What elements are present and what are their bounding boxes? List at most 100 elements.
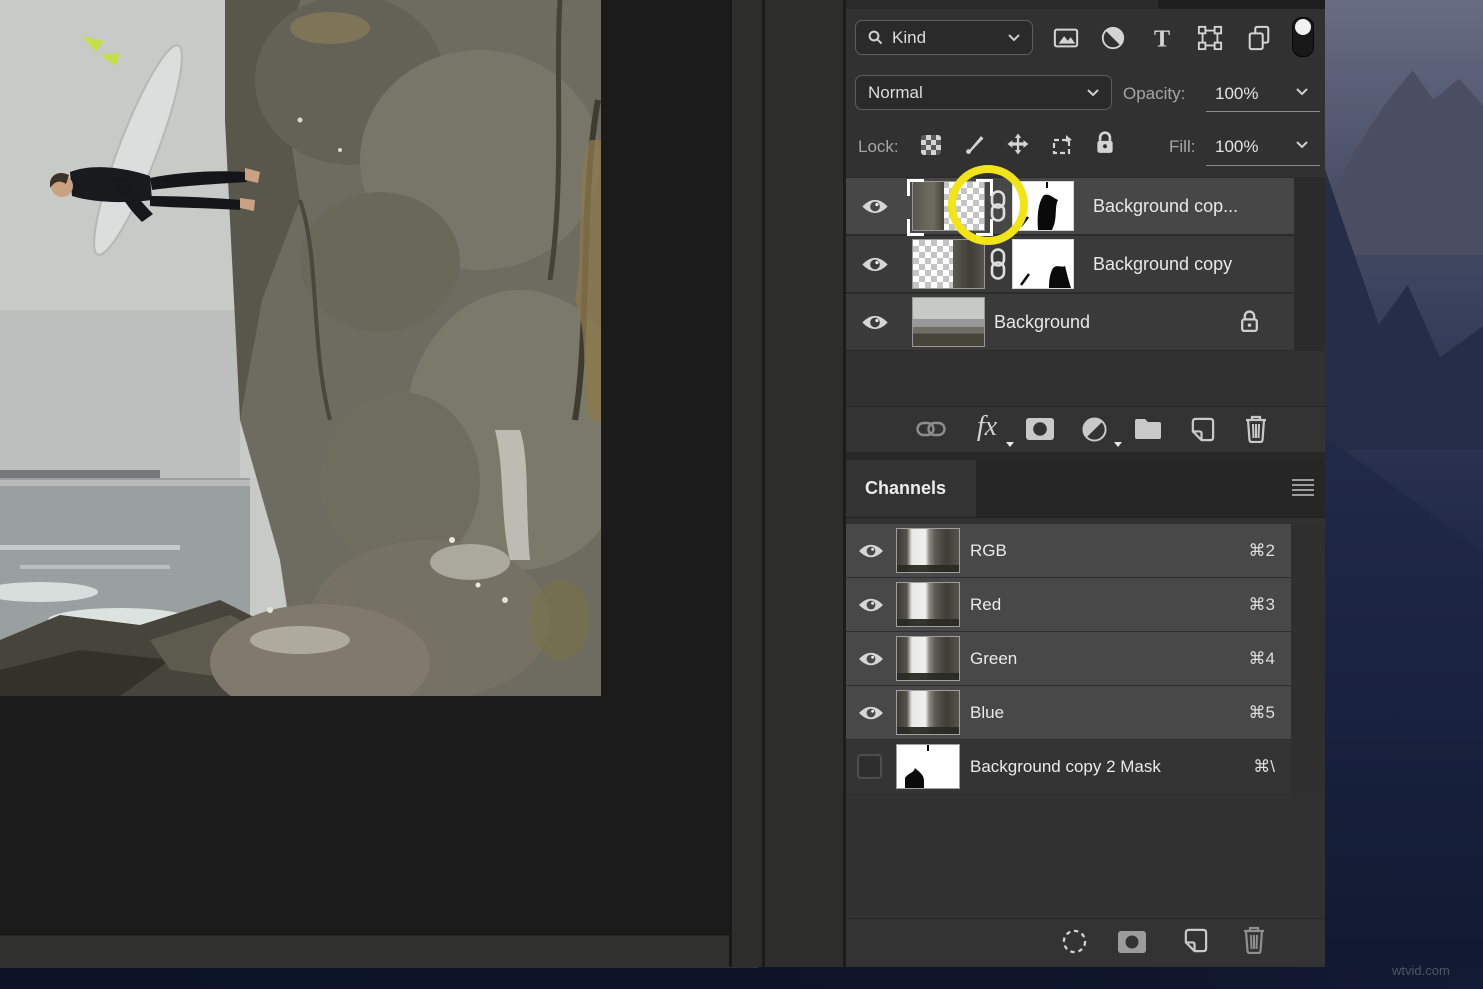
layer-thumbnail[interactable] [912, 297, 985, 347]
layer-row-background-copy[interactable]: Background copy [846, 236, 1294, 292]
channel-row-blue[interactable]: Blue ⌘5 [846, 686, 1291, 739]
layer-mask-thumbnail[interactable] [1012, 181, 1074, 231]
channel-name[interactable]: RGB [970, 524, 1007, 577]
layer-style-fx-icon[interactable]: fx [972, 410, 1002, 444]
shape-layer-filter-icon[interactable] [1196, 24, 1224, 52]
visibility-eye-icon[interactable] [861, 197, 889, 216]
fill-value[interactable]: 100% [1215, 137, 1258, 157]
visibility-eye-icon[interactable] [861, 313, 889, 332]
blend-mode-select[interactable]: Normal [855, 75, 1112, 110]
new-adjustment-layer-icon[interactable] [1079, 414, 1109, 444]
channel-shortcut: ⌘\ [1253, 740, 1275, 793]
lock-all-icon[interactable] [1093, 131, 1117, 155]
dune [1324, 400, 1483, 989]
panel-menu-icon[interactable] [1292, 479, 1314, 496]
layer-name[interactable]: Background [994, 294, 1090, 350]
visibility-eye-icon[interactable] [858, 704, 884, 722]
document-canvas[interactable] [0, 0, 729, 935]
tab-channels[interactable]: Channels [846, 460, 976, 517]
desktop-bottom [0, 967, 1483, 989]
channel-row-rgb[interactable]: RGB ⌘2 [846, 524, 1291, 577]
channel-thumbnail[interactable] [896, 528, 960, 573]
channel-thumbnail[interactable] [896, 690, 960, 735]
panel-separator [846, 452, 1325, 460]
channel-mask-thumbnail[interactable] [896, 744, 960, 789]
delete-channel-trash-icon[interactable] [1239, 924, 1269, 955]
screen: wtvid.com [0, 0, 1483, 989]
fill-chevron-icon[interactable] [1296, 141, 1308, 149]
channel-thumbnail[interactable] [896, 582, 960, 627]
thumb-select-bracket [907, 179, 924, 196]
search-icon [868, 30, 883, 45]
mountain-far [1324, 45, 1483, 255]
panel-tab-gap [1158, 0, 1325, 9]
channels-list: RGB ⌘2 Red ⌘3 Green ⌘4 [846, 524, 1325, 794]
layer-mask-link-icon[interactable] [987, 190, 1009, 222]
channel-shortcut: ⌘3 [1249, 578, 1275, 631]
opacity-chevron-icon[interactable] [1296, 88, 1308, 96]
channel-name[interactable]: Blue [970, 686, 1004, 739]
lock-transparency-icon[interactable] [919, 133, 943, 157]
type-layer-filter-icon[interactable]: T [1148, 24, 1176, 52]
channel-name[interactable]: Green [970, 632, 1017, 685]
chevron-down-icon [1008, 34, 1020, 42]
layer-row-background[interactable]: Background [846, 294, 1294, 350]
lock-artboard-icon[interactable] [1050, 133, 1074, 157]
add-layer-mask-icon[interactable] [1025, 415, 1055, 443]
toggle-knob [1295, 19, 1311, 35]
opacity-label: Opacity: [1123, 84, 1185, 104]
new-channel-icon[interactable] [1180, 925, 1210, 955]
panel-dock-column [729, 0, 762, 967]
opacity-underline [1206, 111, 1320, 112]
smart-object-filter-icon[interactable] [1245, 24, 1273, 52]
new-group-icon[interactable] [1133, 416, 1163, 442]
layer-mask-link-icon[interactable] [987, 248, 1009, 280]
new-layer-icon[interactable] [1187, 414, 1217, 444]
load-selection-icon[interactable] [1059, 926, 1089, 956]
pixel-layer-filter-icon[interactable] [1052, 24, 1080, 52]
visibility-eye-icon[interactable] [858, 596, 884, 614]
layer-name[interactable]: Background copy [1093, 236, 1232, 292]
fill-underline [1206, 165, 1320, 166]
lock-label: Lock: [858, 137, 899, 157]
save-selection-as-channel-icon[interactable] [1117, 929, 1147, 955]
channel-shortcut: ⌘5 [1249, 686, 1275, 739]
adjustment-layer-filter-icon[interactable] [1099, 24, 1127, 52]
desktop-wallpaper [1322, 0, 1483, 989]
thumb-select-bracket [907, 219, 924, 236]
kind-label: Kind [892, 28, 999, 48]
channel-name[interactable]: Red [970, 578, 1001, 631]
photo-rotated-surfer [0, 0, 601, 696]
lock-pixels-icon[interactable] [963, 132, 987, 156]
fx-menu-caret-icon [1006, 442, 1014, 447]
svg-text:T: T [1154, 25, 1170, 51]
layer-filter-kind-select[interactable]: Kind [855, 20, 1033, 55]
adjustment-menu-caret-icon [1114, 442, 1122, 447]
channel-name[interactable]: Background copy 2 Mask [970, 740, 1161, 793]
layers-list: Background cop... Background copy [846, 177, 1325, 351]
channel-thumbnail[interactable] [896, 636, 960, 681]
channel-row-green[interactable]: Green ⌘4 [846, 632, 1291, 685]
channel-shortcut: ⌘2 [1249, 524, 1275, 577]
delete-layer-trash-icon[interactable] [1241, 413, 1271, 444]
layer-filtering-toggle[interactable] [1292, 17, 1314, 57]
layer-thumbnail[interactable] [912, 239, 985, 289]
visibility-eye-icon[interactable] [858, 542, 884, 560]
visibility-eye-icon[interactable] [858, 650, 884, 668]
layer-name[interactable]: Background cop... [1093, 178, 1238, 234]
visibility-checkbox[interactable] [857, 754, 882, 779]
layers-panel: Kind T Normal Opacity: 100% [843, 0, 1325, 967]
link-layers-icon[interactable] [916, 414, 946, 444]
panel-dock-column-2 [762, 0, 843, 967]
channel-row-red[interactable]: Red ⌘3 [846, 578, 1291, 631]
chevron-down-icon [1087, 89, 1099, 97]
opacity-value[interactable]: 100% [1215, 84, 1258, 104]
layer-mask-thumbnail[interactable] [1012, 239, 1074, 289]
visibility-eye-icon[interactable] [861, 255, 889, 274]
lock-position-icon[interactable] [1006, 132, 1030, 156]
locked-layer-lock-icon [1240, 310, 1259, 333]
layer-row-background-copy-2[interactable]: Background cop... [846, 178, 1294, 234]
status-bar [0, 935, 758, 968]
channel-row-mask[interactable]: Background copy 2 Mask ⌘\ [846, 740, 1291, 793]
blend-mode-value: Normal [868, 83, 1078, 103]
